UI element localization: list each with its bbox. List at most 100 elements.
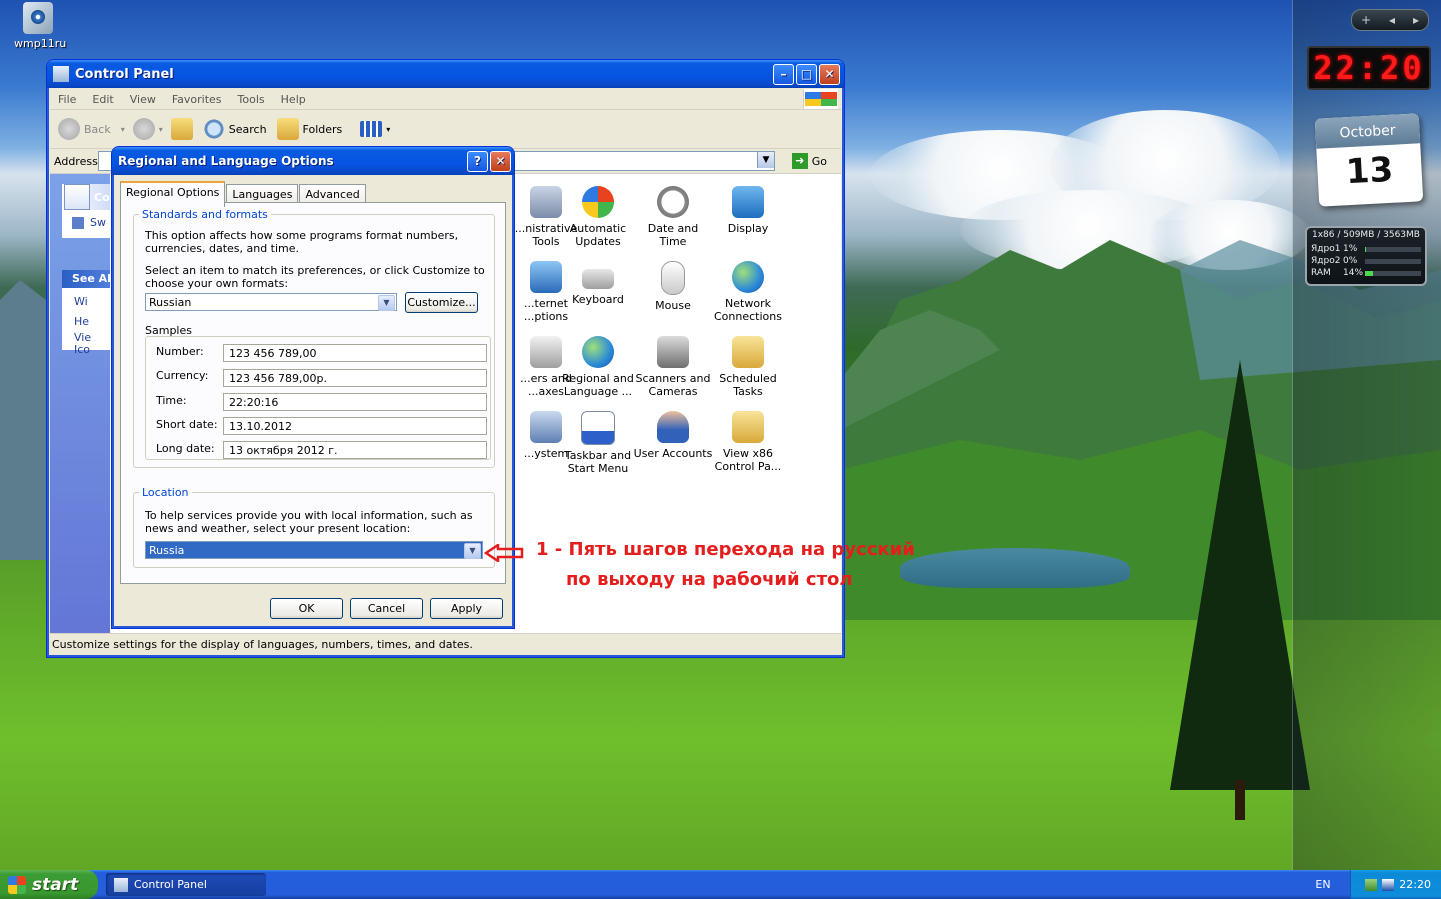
cancel-button[interactable]: Cancel: [350, 598, 423, 619]
control-item-label: Date and Time: [647, 222, 699, 248]
folder-icon: [732, 411, 764, 443]
control-item-user-accounts[interactable]: User Accounts: [633, 411, 713, 460]
status-text: Customize settings for the display of la…: [52, 637, 473, 651]
control-item-label: Mouse: [655, 299, 691, 312]
control-item-label: Taskbar and Start Menu: [564, 449, 632, 475]
cpu-meter-gadget[interactable]: 1x86 / 509MB / 3563MB Ядро1 1% Ядро2 0% …: [1305, 226, 1427, 286]
control-item-date-and-time[interactable]: Date and Time: [633, 186, 713, 248]
location-legend: Location: [142, 486, 189, 499]
control-item-view-x86-control-panel[interactable]: View x86 Control Pa...: [708, 411, 788, 473]
menu-favorites[interactable]: Favorites: [164, 93, 230, 106]
tray-monitor-icon[interactable]: [1382, 878, 1395, 891]
control-panel-titlebar[interactable]: Control Panel – □ ✕: [47, 60, 844, 88]
next-icon[interactable]: ▸: [1413, 13, 1419, 27]
cpu-row-percent: 0%: [1343, 256, 1358, 266]
help-button[interactable]: ?: [467, 150, 488, 172]
close-button[interactable]: ✕: [819, 63, 840, 85]
language-indicator[interactable]: EN: [1303, 870, 1343, 899]
control-item-regional-and-language[interactable]: Regional and Language ...: [558, 336, 638, 398]
apply-button[interactable]: Apply: [430, 598, 503, 619]
menu-help[interactable]: Help: [273, 93, 314, 106]
calendar-gadget[interactable]: October 13: [1314, 113, 1424, 207]
back-arrow-icon: [58, 118, 80, 140]
location-select[interactable]: Russia ▼: [145, 541, 483, 559]
forward-button[interactable]: ▾: [132, 118, 163, 140]
up-button[interactable]: [170, 118, 197, 140]
control-item-label: View x86 Control Pa...: [714, 447, 782, 473]
menu-edit[interactable]: Edit: [84, 93, 121, 106]
annotation-arrow-icon: [484, 544, 524, 562]
control-item-label: User Accounts: [633, 447, 713, 460]
sample-long-date-field: 13 октября 2012 г.: [223, 441, 487, 459]
menu-file[interactable]: File: [50, 93, 84, 106]
sample-number-field: 123 456 789,00: [223, 344, 487, 362]
windows-logo-icon: [803, 89, 838, 109]
cpu-row-percent: 14%: [1343, 268, 1364, 278]
search-button[interactable]: Search: [202, 118, 267, 140]
desktop-icon-label: wmp11ru: [14, 37, 67, 50]
menu-tools[interactable]: Tools: [230, 93, 273, 106]
pine-tree: [1170, 360, 1310, 790]
location-select-value: Russia: [149, 544, 185, 557]
control-panel-icon: [53, 66, 69, 82]
location-description: To help services provide you with local …: [145, 509, 473, 535]
views-button[interactable]: ▾: [360, 121, 390, 137]
add-gadget-icon[interactable]: +: [1361, 13, 1371, 27]
back-button[interactable]: Back ▾: [58, 118, 125, 140]
scheduled-tasks-folder-icon: [732, 336, 764, 368]
control-item-mouse[interactable]: Mouse: [633, 261, 713, 312]
dialog-titlebar[interactable]: Regional and Language Options ? ✕: [112, 147, 514, 175]
sample-short-date-field: 13.10.2012: [223, 417, 487, 435]
clock-gadget[interactable]: 22:20: [1307, 46, 1431, 90]
menu-view[interactable]: View: [122, 93, 164, 106]
tab-regional-options[interactable]: Regional Options: [120, 181, 226, 207]
dialog-close-button[interactable]: ✕: [490, 150, 511, 172]
control-item-keyboard[interactable]: Keyboard: [558, 261, 638, 306]
prev-icon[interactable]: ◂: [1389, 13, 1395, 27]
taskbar-button-control-panel[interactable]: Control Panel: [106, 873, 266, 896]
task-box-title: Co: [94, 190, 110, 204]
minimize-button[interactable]: –: [773, 63, 794, 85]
customize-button[interactable]: Customize...: [405, 292, 478, 313]
address-dropdown-icon[interactable]: ▼: [757, 152, 774, 168]
maximize-button[interactable]: □: [796, 63, 817, 85]
forward-dropdown-icon[interactable]: ▾: [159, 125, 163, 134]
ok-button[interactable]: OK: [270, 598, 343, 619]
start-button[interactable]: start: [0, 870, 98, 899]
control-item-scheduled-tasks[interactable]: Scheduled Tasks: [708, 336, 788, 398]
control-item-automatic-updates[interactable]: Automatic Updates: [558, 186, 638, 248]
standards-legend: Standards and formats: [142, 208, 268, 221]
menu-bar: File Edit View Favorites Tools Help: [50, 89, 841, 110]
chevron-down-icon[interactable]: ▼: [378, 295, 395, 311]
desktop-icon-wmp11ru[interactable]: wmp11ru: [14, 2, 66, 50]
see-also-link-view-icons[interactable]: Vie Ico: [74, 332, 104, 356]
control-item-label: Network Connections: [714, 297, 782, 323]
dialog-tabs: Regional Options Languages Advanced: [120, 181, 367, 207]
format-select[interactable]: Russian ▼: [145, 293, 397, 311]
folder-up-icon: [170, 118, 193, 140]
mouse-icon: [661, 261, 685, 295]
address-label: Address: [54, 154, 98, 168]
regional-language-dialog: Regional and Language Options ? ✕ Region…: [111, 146, 515, 629]
back-label: Back: [84, 122, 111, 136]
control-item-scanners-and-cameras[interactable]: Scanners and Cameras: [633, 336, 713, 398]
control-item-network-connections[interactable]: Network Connections: [708, 261, 788, 323]
switch-view-label: Sw: [90, 216, 106, 229]
cpu-meter-header: 1x86 / 509MB / 3563MB: [1312, 230, 1420, 240]
back-dropdown-icon[interactable]: ▾: [121, 125, 125, 134]
go-button[interactable]: ➜ Go: [791, 153, 827, 169]
folders-button[interactable]: Folders: [276, 118, 342, 140]
status-bar: Customize settings for the display of la…: [50, 633, 841, 654]
cpu-row-label: RAM: [1311, 268, 1331, 278]
control-item-taskbar-and-start-menu[interactable]: Taskbar and Start Menu: [558, 411, 638, 475]
display-icon: [732, 186, 764, 218]
tray-safely-remove-icon[interactable]: [1365, 878, 1378, 891]
sample-time-label: Time:: [156, 394, 187, 407]
control-item-display[interactable]: Display: [708, 186, 788, 235]
chevron-down-icon[interactable]: ▼: [464, 543, 481, 559]
clock-icon: [657, 186, 689, 218]
cpu-bar-fill: [1365, 246, 1366, 252]
annotation-line-1: 1 - Пять шагов перехода на русский: [536, 539, 915, 560]
tray-clock[interactable]: 22:20: [1399, 878, 1431, 891]
cpu-row-bar: [1365, 258, 1421, 264]
